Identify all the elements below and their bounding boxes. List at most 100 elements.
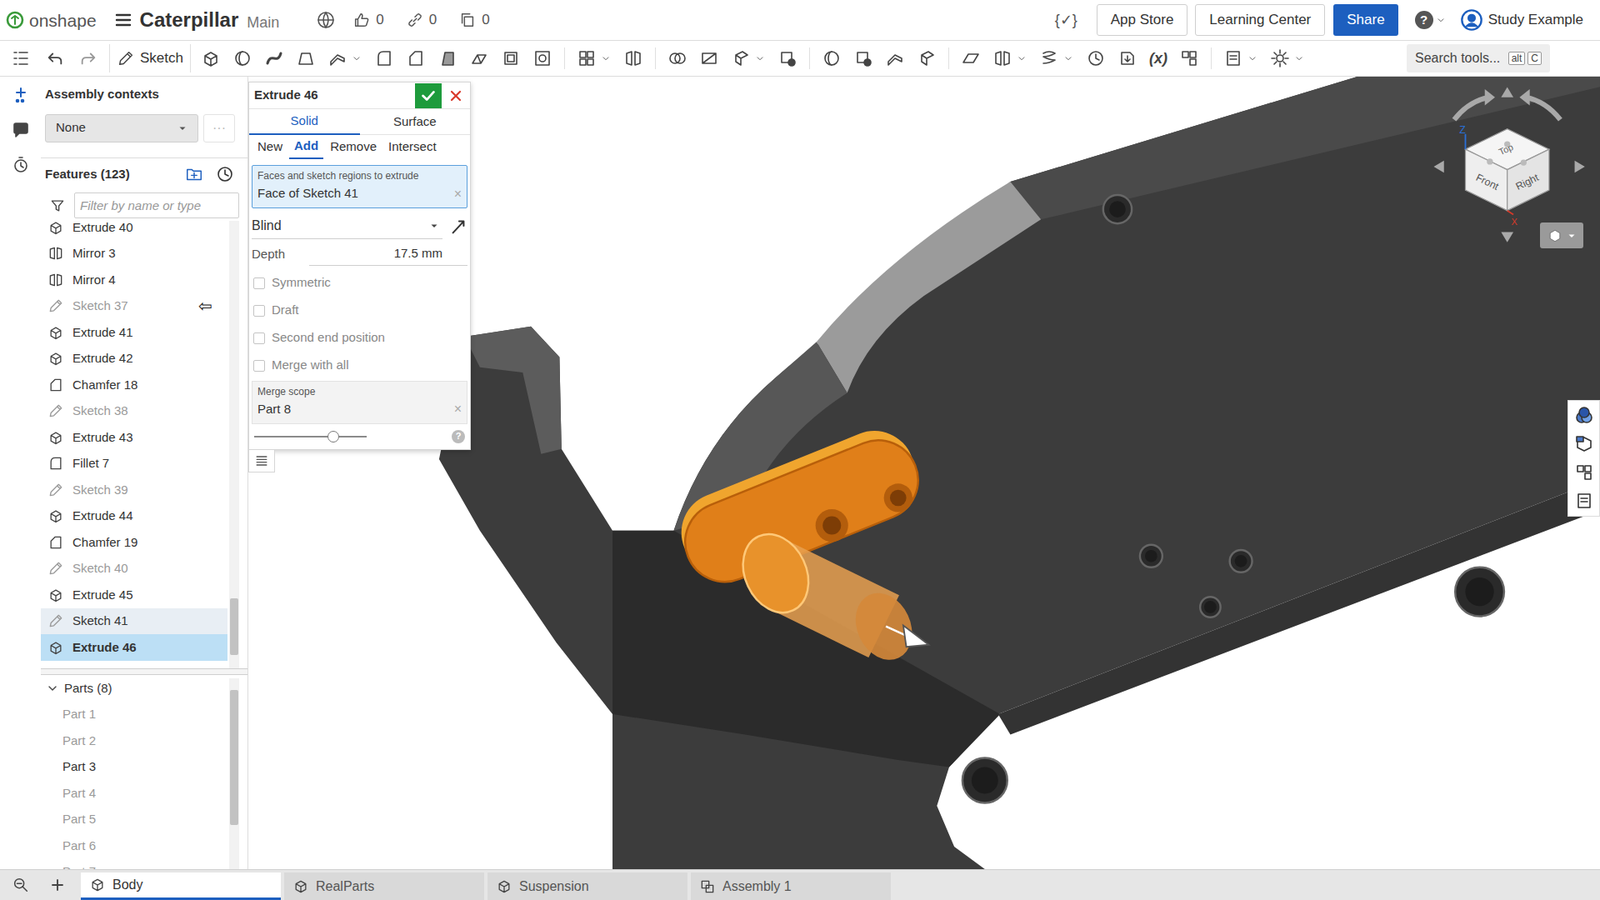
shell-icon[interactable] [500, 48, 521, 69]
counter[interactable]: 0 [352, 9, 384, 31]
part-name[interactable]: Part 6 [62, 836, 96, 856]
comment-icon[interactable] [10, 120, 31, 140]
counter[interactable]: 0 [405, 9, 437, 31]
caret-icon[interactable] [1015, 52, 1028, 65]
feature-row[interactable]: Extrude 43 [40, 424, 228, 451]
revolve-icon[interactable] [821, 48, 842, 69]
revolve-icon[interactable] [232, 48, 253, 69]
feature-row[interactable]: Extrude 46 [40, 634, 228, 661]
user-menu[interactable]: Study Example [1460, 8, 1584, 32]
parts-scrollbar[interactable] [229, 678, 240, 870]
graphics-area[interactable]: Extrude 46SolidSurfaceNewAddRemoveInters… [248, 76, 1600, 870]
caret-icon[interactable] [600, 52, 612, 65]
feature-name[interactable]: Extrude 44 [72, 508, 134, 523]
view-mode-button[interactable] [1540, 222, 1584, 249]
operation-tab[interactable]: New [252, 135, 288, 160]
parts-header[interactable]: Parts (8) [40, 675, 248, 702]
draft-icon[interactable] [437, 48, 458, 69]
mirror-icon[interactable] [992, 48, 1013, 69]
document-tab[interactable]: Body [80, 872, 281, 900]
variable-tool[interactable]: (x) [1149, 47, 1168, 70]
chevrondown-icon[interactable] [45, 681, 60, 695]
mates-icon[interactable] [1574, 434, 1595, 455]
thicken-icon[interactable] [885, 48, 905, 69]
header-button[interactable]: App Store [1096, 4, 1189, 36]
config-icon[interactable] [1179, 48, 1200, 69]
document-tab[interactable]: RealParts [284, 872, 485, 900]
insert-button[interactable] [10, 85, 31, 105]
end-type-value[interactable]: Blind [251, 215, 282, 236]
configurations-button[interactable] [1574, 462, 1595, 483]
boolean-icon[interactable] [667, 48, 688, 69]
part-row[interactable]: Part 3 [40, 754, 248, 781]
feature-name[interactable]: Chamfer 19 [72, 535, 138, 550]
slider-knob[interactable] [327, 430, 340, 443]
clock-icon[interactable] [1085, 48, 1106, 69]
help-menu[interactable]: ? [1415, 10, 1447, 30]
cube-right-label[interactable]: Right [1514, 171, 1541, 193]
zoom-icon[interactable] [11, 875, 30, 895]
mates-button[interactable] [1574, 434, 1595, 455]
feature-name[interactable]: Extrude 46 [72, 640, 137, 655]
feature-name[interactable]: Sketch 37 [72, 298, 129, 313]
feature-name[interactable]: Mirror 4 [72, 272, 116, 287]
option-row[interactable]: Draft [249, 296, 470, 325]
folderplus-icon[interactable] [185, 165, 204, 184]
extrude-icon[interactable] [200, 48, 221, 69]
feature-name[interactable]: Chamfer 18 [72, 377, 138, 392]
loft-icon[interactable] [295, 48, 316, 69]
header-button[interactable]: Share [1333, 4, 1398, 36]
rib-icon[interactable] [469, 48, 490, 69]
feature-list-toggle[interactable] [0, 48, 41, 69]
part-row[interactable]: Part 4 [40, 780, 248, 807]
plane-icon[interactable] [960, 48, 981, 69]
branch-name[interactable]: Main [246, 15, 280, 30]
app-name[interactable]: onshape [29, 11, 97, 30]
onshape-logo[interactable]: onshape [0, 10, 97, 30]
thicken-icon[interactable] [327, 48, 348, 69]
button-label[interactable]: Share [1346, 9, 1385, 31]
more-label[interactable]: ··· [212, 118, 226, 139]
sheet-icon[interactable] [1574, 490, 1595, 511]
option-checkbox[interactable] [253, 305, 265, 317]
chamfer-icon[interactable] [405, 48, 426, 69]
feature-list-dialog-button[interactable] [248, 449, 275, 473]
caret-icon[interactable] [350, 52, 363, 65]
tab-label[interactable]: Solid [290, 111, 319, 131]
redo-icon[interactable] [79, 49, 98, 68]
cube-front-label[interactable]: Front [1474, 171, 1501, 193]
comments-button[interactable] [10, 120, 31, 140]
menu-button[interactable] [113, 10, 134, 30]
helix-icon[interactable] [1039, 48, 1060, 69]
accept-button[interactable] [415, 83, 442, 109]
sheet-icon[interactable] [1223, 48, 1244, 69]
part-name[interactable]: Part 4 [62, 784, 96, 804]
tab-label[interactable]: Remove [330, 137, 377, 157]
document-tab[interactable]: Assembly 1 [690, 872, 891, 900]
feature-name[interactable]: Extrude 41 [72, 325, 134, 340]
feature-row[interactable]: Extrude 41 [40, 319, 228, 346]
part-row[interactable]: Part 1 [40, 701, 248, 729]
selection-field[interactable]: Faces and sketch regions to extrudeFace … [251, 165, 468, 209]
addfeature-icon[interactable] [10, 85, 31, 105]
feature-row[interactable]: Extrude 42 [40, 345, 228, 373]
config-icon[interactable] [1574, 462, 1595, 483]
search-placeholder[interactable]: Search tools... [1415, 48, 1500, 69]
delete-icon[interactable] [777, 48, 798, 69]
public-toggle[interactable] [315, 10, 336, 30]
gear-icon[interactable] [1270, 48, 1290, 69]
feature-row[interactable]: Sketch 37⇦ [40, 293, 228, 320]
scroll-thumb[interactable] [230, 690, 239, 825]
menu-icon[interactable] [113, 10, 134, 30]
counter[interactable]: 0 [458, 9, 490, 31]
variables-button[interactable] [1574, 490, 1595, 511]
feature-name[interactable]: Extrude 43 [72, 430, 134, 445]
feature-row[interactable]: Sketch 41 [40, 608, 228, 635]
flip-icon[interactable] [449, 217, 468, 236]
transform-icon[interactable] [730, 48, 751, 69]
filter-input[interactable] [74, 192, 240, 219]
plus-icon[interactable] [49, 876, 66, 894]
variable-studio-button[interactable]: {✓} [1055, 9, 1078, 32]
part-name[interactable]: Part 7 [62, 862, 96, 870]
option-checkbox[interactable] [253, 277, 265, 290]
